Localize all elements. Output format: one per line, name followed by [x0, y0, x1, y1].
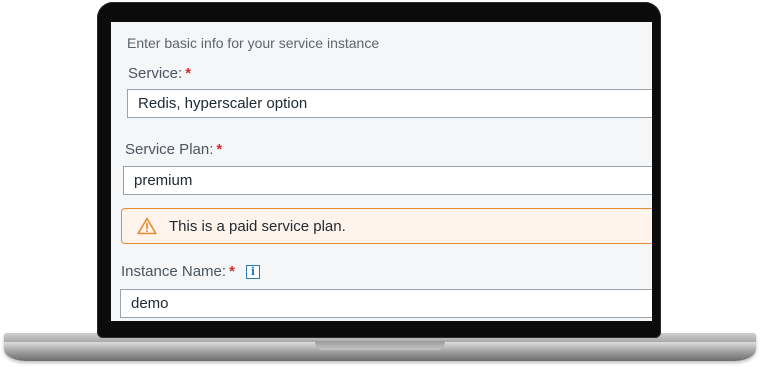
- service-label: Service:: [128, 65, 183, 82]
- warning-triangle-icon: [137, 217, 157, 235]
- laptop-frame: Enter basic info for your service instan…: [0, 0, 780, 367]
- required-marker: *: [216, 141, 223, 158]
- laptop-notch: [315, 341, 445, 350]
- info-icon[interactable]: i: [245, 265, 260, 280]
- service-field[interactable]: Redis, hyperscaler option: [127, 89, 652, 118]
- required-marker: *: [229, 263, 235, 280]
- warning-text: This is a paid service plan.: [169, 217, 346, 235]
- screen: Enter basic info for your service instan…: [111, 22, 652, 321]
- required-marker: *: [185, 65, 192, 82]
- service-plan-label: Service Plan:: [125, 141, 214, 158]
- instance-name-label-row: Instance Name: * i: [121, 263, 260, 280]
- service-label-row: Service: *: [128, 65, 191, 82]
- section-title: Enter basic info for your service instan…: [127, 35, 380, 51]
- service-plan-field[interactable]: premium: [123, 166, 652, 195]
- laptop-lid: Enter basic info for your service instan…: [97, 2, 661, 338]
- instance-name-field[interactable]: demo: [120, 289, 652, 318]
- paid-plan-warning: This is a paid service plan.: [121, 208, 652, 244]
- instance-name-label: Instance Name:: [121, 263, 227, 280]
- service-plan-label-row: Service Plan: *: [125, 141, 222, 158]
